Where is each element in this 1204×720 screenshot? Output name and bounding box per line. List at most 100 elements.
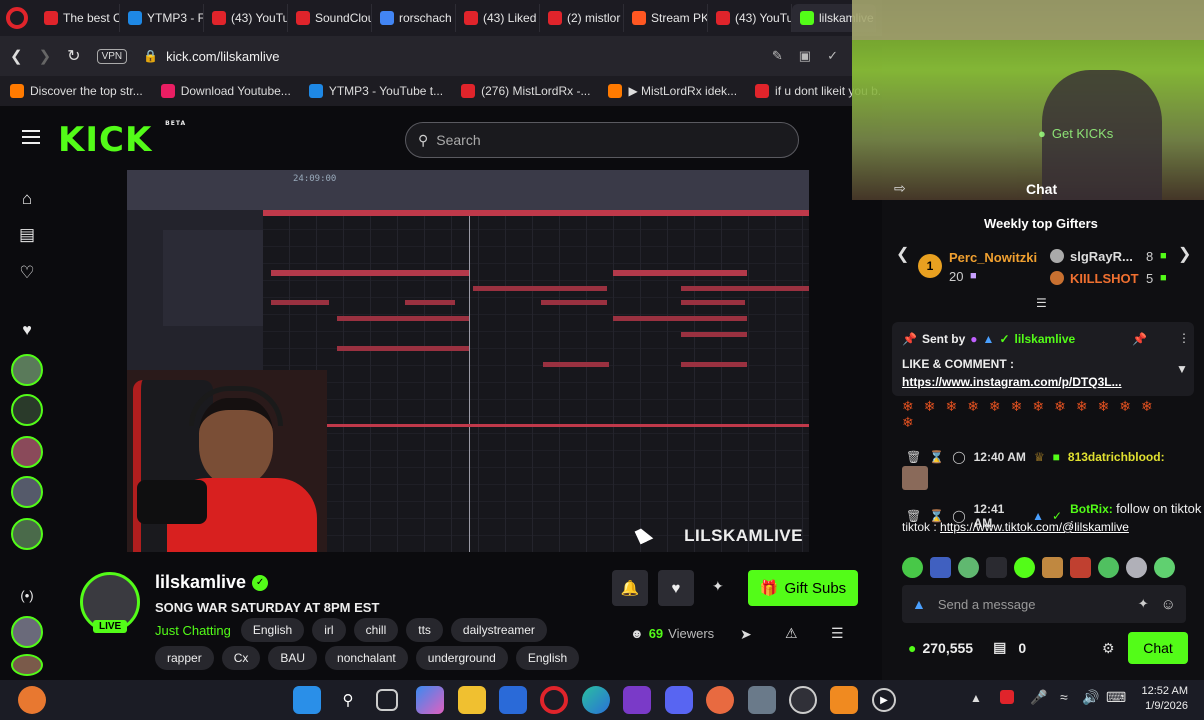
get-kicks-button[interactable]: ● Get KICKs	[1038, 126, 1113, 141]
search-box[interactable]: ⚲ Search	[405, 122, 799, 158]
tag-pill[interactable]: English	[515, 646, 580, 670]
keyboard-icon[interactable]: ⌨	[1106, 689, 1126, 706]
browser-tab[interactable]: (43) Liked	[456, 4, 540, 32]
followed-channel-avatar[interactable]	[11, 394, 43, 426]
tray-app-icon[interactable]	[1000, 690, 1014, 704]
followed-channel-avatar[interactable]	[11, 476, 43, 508]
wifi-icon[interactable]: ≈	[1060, 689, 1068, 705]
emote-icon[interactable]	[1070, 556, 1091, 578]
follow-heart-button[interactable]: ♥	[658, 570, 694, 606]
emote-icon[interactable]	[1154, 556, 1175, 578]
weather-icon[interactable]	[18, 686, 46, 714]
vpn-badge[interactable]: VPN	[96, 48, 128, 64]
browser-tab[interactable]: The best Cl	[36, 4, 120, 32]
quick-emote-icon[interactable]: ✦	[1138, 596, 1149, 612]
browser-tab[interactable]: Stream PK	[624, 4, 708, 32]
emote-icon[interactable]	[1126, 556, 1147, 578]
drops-icon[interactable]: ▤	[993, 639, 1006, 656]
chat-send-button[interactable]: Chat	[1128, 632, 1188, 664]
video-editor-icon[interactable]	[623, 686, 651, 714]
kick-logo[interactable]: KICK BETA	[58, 120, 186, 160]
tag-pill[interactable]: nonchalant	[325, 646, 408, 670]
ban-icon[interactable]: ◯	[952, 450, 965, 464]
video-player[interactable]: 24:09:00 LILSKAMLIVE	[127, 170, 809, 552]
search-taskbar-icon[interactable]: ⚲	[334, 686, 362, 714]
emote-icon[interactable]	[1014, 556, 1035, 578]
tag-pill[interactable]: English	[240, 618, 305, 642]
fl-studio-icon[interactable]	[830, 686, 858, 714]
task-view-icon[interactable]	[376, 689, 398, 711]
message-user[interactable]: BotRix:	[1070, 502, 1113, 516]
expand-handle-icon[interactable]: ☰	[1036, 296, 1047, 310]
edit-icon[interactable]: ✎	[772, 48, 783, 64]
channel-name[interactable]: lilskamlive	[155, 572, 246, 593]
bookmark-item[interactable]: (276) MistLordRx -...	[461, 84, 590, 98]
pinned-more-icon[interactable]: ⋮	[1178, 331, 1190, 345]
message-link[interactable]: https://www.tiktok.com/@lilskamlive	[940, 520, 1129, 534]
chat-input[interactable]: ▲ Send a message ✦ ☺	[902, 585, 1186, 623]
followed-channel-avatar[interactable]	[11, 518, 43, 550]
home-icon[interactable]: ⌂	[14, 186, 40, 212]
pinned-user[interactable]: lilskamlive	[1015, 332, 1076, 346]
browser-tab[interactable]: rorschach	[372, 4, 456, 32]
tag-pill[interactable]: irl	[312, 618, 346, 642]
reload-icon[interactable]: ↻	[67, 46, 80, 66]
tag-pill[interactable]: chill	[353, 618, 399, 642]
followed-channel-avatar[interactable]	[11, 436, 43, 468]
message-user[interactable]: 813datrichblood:	[1068, 450, 1165, 464]
timeout-icon[interactable]: ⌛	[929, 450, 944, 464]
gifter-3-name[interactable]: KIILLSHOT	[1070, 271, 1139, 286]
unpin-icon[interactable]: 📌	[1132, 332, 1147, 346]
share-icon[interactable]: ➤	[740, 626, 752, 643]
browser-tab[interactable]: (43) YouTu	[708, 4, 792, 32]
back-icon[interactable]: ❮	[10, 47, 23, 65]
tag-pill[interactable]: BAU	[268, 646, 318, 670]
discord-icon[interactable]	[665, 686, 693, 714]
collapse-chat-icon[interactable]: ⇨	[894, 180, 906, 197]
bookmark-item[interactable]: Discover the top str...	[10, 84, 143, 98]
tag-pill[interactable]: Cx	[221, 646, 261, 670]
pinned-link[interactable]: https://www.instagram.com/p/DTQ3L...	[902, 375, 1122, 389]
opera-icon[interactable]	[6, 7, 28, 29]
emote-icon[interactable]	[986, 556, 1007, 578]
browser-tab[interactable]: (43) YouTu	[204, 4, 288, 32]
sparkle-icon[interactable]: ✦	[712, 578, 724, 595]
tag-pill[interactable]: dailystreamer	[450, 618, 547, 642]
emote-icon[interactable]	[1042, 556, 1063, 578]
recommended-channel-avatar[interactable]	[11, 616, 43, 648]
app-icon[interactable]	[706, 686, 734, 714]
shield-icon[interactable]: ✓	[827, 48, 838, 64]
browse-icon[interactable]: ▤	[14, 222, 40, 248]
browser-tab[interactable]: (2) mistlor	[540, 4, 624, 32]
gifter-1-name[interactable]: Perc_Nowitzki	[949, 250, 1037, 265]
volume-icon[interactable]: 🔊	[1082, 689, 1099, 706]
gift-subs-button[interactable]: 🎁 Gift Subs	[748, 570, 858, 606]
gifters-next-icon[interactable]: ❯	[1178, 244, 1191, 264]
notification-bell-button[interactable]: 🔔	[612, 570, 648, 606]
tag-pill[interactable]: underground	[415, 646, 508, 670]
emote-icon[interactable]	[1098, 556, 1119, 578]
tag-pill[interactable]: rapper	[155, 646, 214, 670]
delete-icon[interactable]: 🗑	[906, 450, 921, 464]
category-link[interactable]: Just Chatting	[155, 623, 231, 638]
menu-icon[interactable]	[22, 130, 40, 144]
gifters-prev-icon[interactable]: ❮	[896, 244, 909, 264]
send-as-icon[interactable]: ▲	[912, 596, 926, 612]
edge-icon[interactable]	[582, 686, 610, 714]
outlook-icon[interactable]	[499, 686, 527, 714]
bookmark-item[interactable]: Download Youtube...	[160, 84, 291, 98]
media-player-icon[interactable]: ▶	[872, 688, 896, 712]
copilot-icon[interactable]	[416, 686, 444, 714]
microphone-icon[interactable]: 🎤	[1030, 689, 1047, 706]
start-menu-icon[interactable]	[293, 686, 321, 714]
forward-icon[interactable]: ❯	[39, 47, 52, 65]
emote-icon[interactable]	[930, 556, 951, 578]
following-heart-icon[interactable]: ♡	[14, 260, 40, 286]
emote-icon[interactable]	[902, 556, 923, 578]
live-broadcast-icon[interactable]: (•)	[14, 582, 40, 608]
url-field[interactable]: kick.com/lilskamlive	[166, 49, 279, 64]
emoji-picker-icon[interactable]: ☺	[1161, 596, 1176, 613]
obs-icon[interactable]	[789, 686, 817, 714]
opera-taskbar-icon[interactable]	[540, 686, 568, 714]
bookmark-item[interactable]: ▶ MistLordRx idek...	[608, 84, 737, 98]
